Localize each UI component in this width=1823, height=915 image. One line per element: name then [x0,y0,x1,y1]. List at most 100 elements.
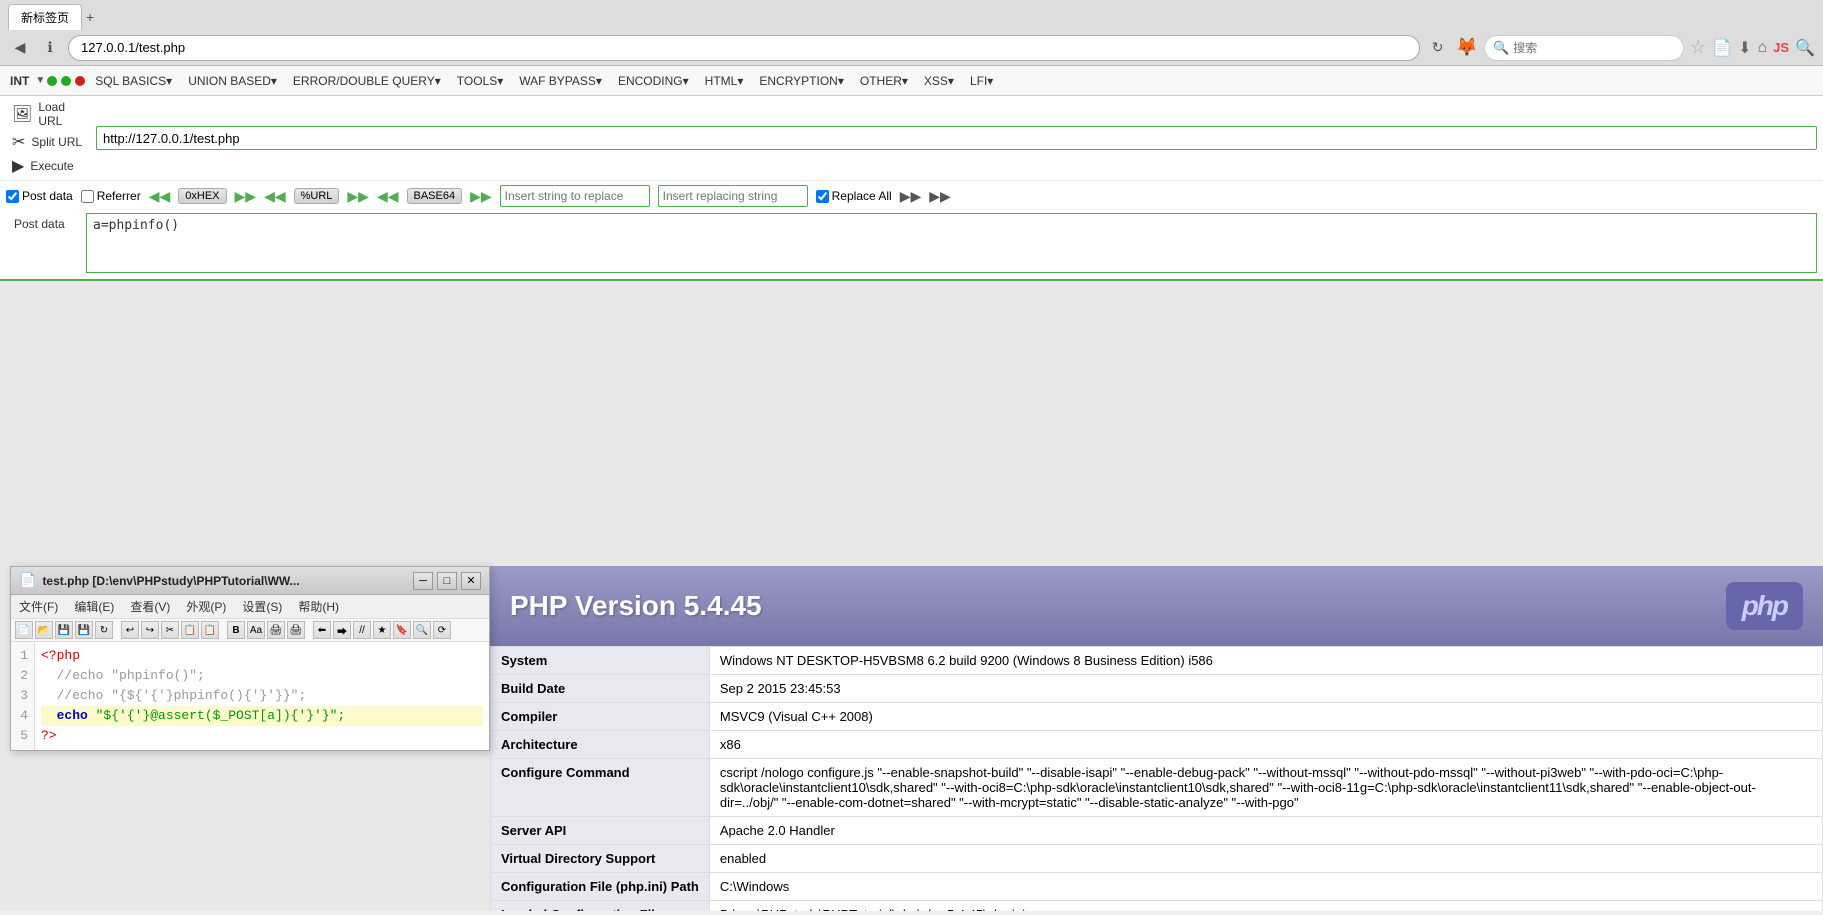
waf-bypass-menu[interactable]: WAF BYPASS▾ [511,71,610,91]
php-table-key: Virtual Directory Support [491,845,710,873]
php-table-value: Sep 2 2015 23:45:53 [709,675,1822,703]
code-area[interactable]: <?php //echo "phpinfo()"; //echo "{${'{'… [35,642,489,750]
execute-button[interactable]: ▶ Execute [6,154,96,178]
percent-url-label: %URL [301,190,333,202]
other-menu[interactable]: OTHER▾ [852,71,916,91]
copy-icon[interactable]: 📋 [181,621,199,639]
url-input[interactable] [96,126,1817,150]
replace-all-text: Replace All [832,189,892,203]
new-file-icon[interactable]: 📄 [15,621,33,639]
close-button[interactable]: ✕ [461,572,481,590]
insert-replace-input[interactable] [500,185,650,207]
percent-url-button[interactable]: %URL [294,188,340,204]
arrow-right-3: ▶▶ [470,188,492,205]
xss-menu[interactable]: XSS▾ [916,71,962,91]
php-version-text: PHP Version 5.4.45 [510,590,762,622]
php-table-value: x86 [709,731,1822,759]
load-url-label: Load URL [38,100,90,128]
search-editor-icon[interactable]: 🔍 [413,621,431,639]
outdent-icon[interactable]: ⬅ [313,621,331,639]
tools-menu[interactable]: TOOLS▾ [449,71,511,91]
page-icon[interactable]: 📄 [1712,38,1732,58]
php-table-value: Windows NT DESKTOP-H5VBSM8 6.2 build 920… [709,647,1822,675]
paste-icon[interactable]: 📋 [201,621,219,639]
indent-icon[interactable]: ⮕ [333,621,351,639]
edit-menu[interactable]: 编辑(E) [66,596,122,617]
bookmark-icon[interactable]: 🔖 [393,621,411,639]
reload-button[interactable]: ↻ [1426,36,1450,60]
comment-icon[interactable]: // [353,621,371,639]
line-numbers: 1 2 3 4 5 [11,642,35,750]
print-icon[interactable]: 🖨 [267,621,285,639]
split-url-button[interactable]: ✂ Split URL [6,130,96,154]
code-line-4: echo "${'{'}@assert($_POST[a]){'}'}"; [41,706,483,726]
back-button[interactable]: ◀ [8,36,32,60]
download-icon[interactable]: ⬇ [1738,38,1751,58]
star-editor-icon[interactable]: ★ [373,621,391,639]
address-bar[interactable] [68,35,1420,61]
save-icon[interactable]: 💾 [55,621,73,639]
home-icon[interactable]: ⌂ [1758,39,1768,57]
new-tab-button[interactable]: + [86,9,94,25]
browser-toolbar: ◀ ℹ ↻ 🦊 🔍 ☆ 📄 ⬇ ⌂ JS 🔍 [0,30,1823,66]
editor-titlebar: 📄 test.php [D:\env\PHPstudy\PHPTutorial\… [11,567,489,595]
encryption-menu[interactable]: ENCRYPTION▾ [751,71,851,91]
hex-label: 0xHEX [185,190,219,202]
search-input[interactable] [1513,41,1675,55]
referrer-checkbox[interactable] [81,190,94,203]
minimize-button[interactable]: ─ [413,572,433,590]
error-double-query-menu[interactable]: ERROR/DOUBLE QUERY▾ [285,71,449,91]
post-data-row: Post data a=phpinfo() [0,211,1823,279]
hex-encode-button[interactable]: 0xHEX [178,188,226,204]
union-based-menu[interactable]: UNION BASED▾ [180,71,285,91]
editor-content: 1 2 3 4 5 <?php //echo "phpinfo()"; //ec… [11,642,489,750]
info-button[interactable]: ℹ [38,36,62,60]
post-data-checkbox[interactable] [6,190,19,203]
view-menu[interactable]: 查看(V) [122,596,178,617]
base64-button[interactable]: BASE64 [407,188,463,204]
replace-editor-icon[interactable]: ⟳ [433,621,451,639]
post-data-textarea[interactable]: a=phpinfo() [86,213,1817,273]
open-file-icon[interactable]: 📂 [35,621,53,639]
php-table-value: enabled [709,845,1822,873]
post-data-checkbox-label[interactable]: Post data [6,189,73,203]
editor-title: test.php [D:\env\PHPstudy\PHPTutorial\WW… [42,574,299,588]
save-all-icon[interactable]: 💾 [75,621,93,639]
echo-string: "${'{'}@assert($_POST[a]){'}'}"; [96,708,353,723]
php-info-table: SystemWindows NT DESKTOP-H5VBSM8 6.2 bui… [490,646,1823,911]
referrer-checkbox-label[interactable]: Referrer [81,189,141,203]
font-size-icon[interactable]: Aa [247,621,265,639]
cut-icon[interactable]: ✂ [161,621,179,639]
php-table-row: Configuration File (php.ini) PathC:\Wind… [491,873,1823,901]
replace-all-checkbox-label[interactable]: Replace All [816,189,892,203]
arrow-right-2: ▶▶ [347,188,369,205]
redo-icon[interactable]: ↪ [141,621,159,639]
html-menu[interactable]: HTML▾ [697,71,752,91]
settings-menu[interactable]: 设置(S) [234,596,290,617]
browser-tab[interactable]: 新标签页 [8,4,82,30]
encoding-menu[interactable]: ENCODING▾ [610,71,697,91]
arrow-right-5: ▶▶ [929,188,951,205]
lfi-menu[interactable]: LFI▾ [962,71,1001,91]
php-table-key: Build Date [491,675,710,703]
insert-replacing-input[interactable] [658,185,808,207]
file-menu[interactable]: 文件(F) [11,596,66,617]
base64-label: BASE64 [414,190,456,202]
bold-icon[interactable]: B [227,621,245,639]
sql-basics-menu[interactable]: SQL BASICS▾ [87,71,180,91]
accessibility-icon[interactable]: 🔍 [1795,38,1815,58]
undo-icon[interactable]: ↩ [121,621,139,639]
appearance-menu[interactable]: 外观(P) [178,596,234,617]
controls-row: Post data Referrer ◀◀ 0xHEX ▶▶ ◀◀ %URL ▶… [0,180,1823,211]
extension-icon: 🦊 [1456,37,1478,58]
maximize-button[interactable]: □ [437,572,457,590]
load-url-button[interactable]: 🖼 Load URL [6,98,96,130]
help-menu[interactable]: 帮助(H) [290,596,347,617]
print2-icon[interactable]: 🖨 [287,621,305,639]
refresh-icon[interactable]: ↻ [95,621,113,639]
replace-all-checkbox[interactable] [816,190,829,203]
code-line-5: ?> [41,726,483,746]
star-icon[interactable]: ☆ [1690,37,1706,58]
dropdown-icon[interactable]: ▼ [35,75,45,86]
code-line-2: //echo "phpinfo()"; [41,666,483,686]
